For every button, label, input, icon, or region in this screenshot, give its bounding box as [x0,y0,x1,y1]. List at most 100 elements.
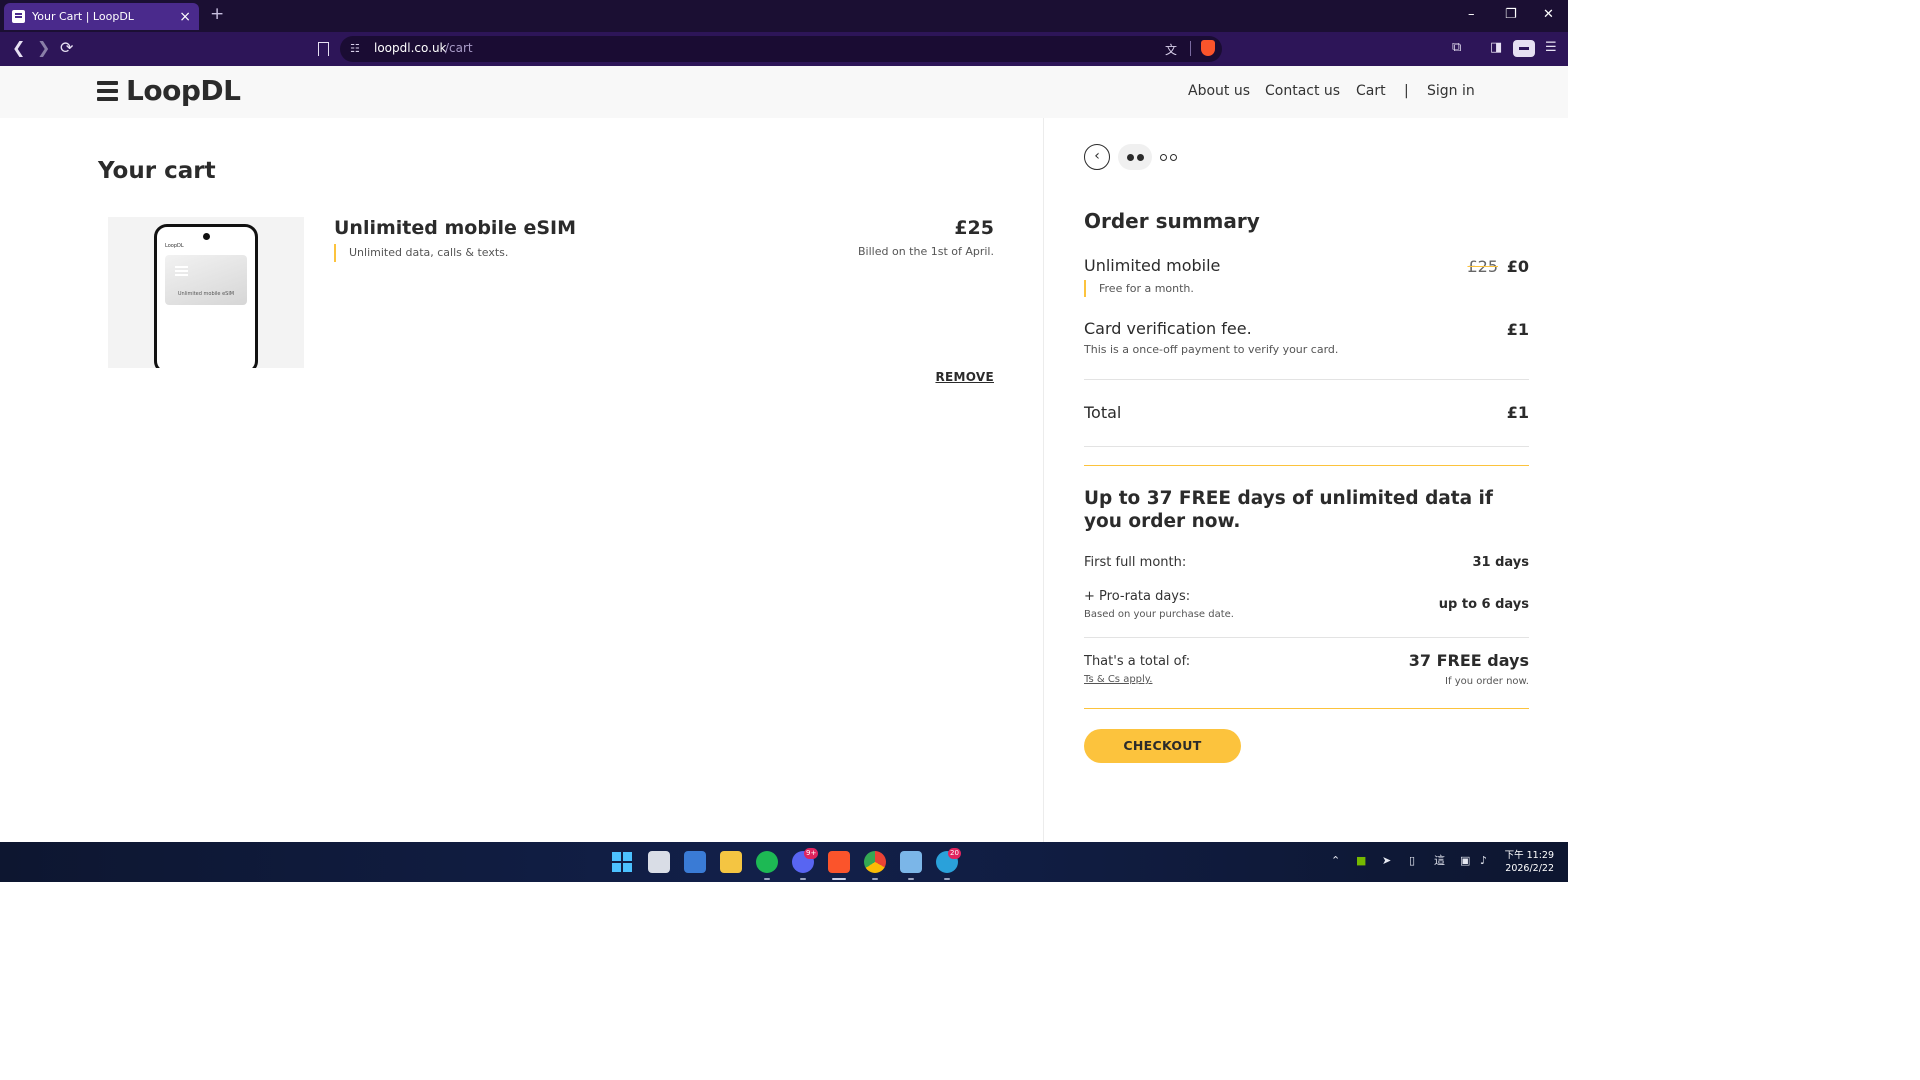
address-bar[interactable]: ☷ loopdl.co.uk /cart 文 [340,36,1222,62]
wallet-icon[interactable] [1513,40,1535,57]
tray-telegram-icon[interactable]: ➤ [1382,855,1391,866]
total-value: £1 [1506,403,1529,422]
url-host: loopdl.co.uk [374,41,447,55]
step-current [1118,144,1152,170]
phone-illustration: LoopDL Unlimited mobile eSIM [154,224,258,368]
checkout-button[interactable]: CHECKOUT [1084,729,1241,763]
prorata-note: Based on your purchase date. [1084,609,1234,620]
phone-camera [203,233,210,240]
close-tab-icon[interactable]: × [179,10,191,24]
product-description: Unlimited data, calls & texts. [334,244,508,262]
logo-text: LoopDL [126,74,241,107]
site-header: LoopDL About us Contact us Cart | Sign i… [0,66,1568,118]
remove-item-button[interactable]: REMOVE [935,370,994,384]
billing-note: Billed on the 1st of April. [858,245,994,258]
reload-icon[interactable]: ⟳ [60,40,73,56]
first-month-value: 31 days [1472,555,1529,570]
new-tab-button[interactable]: + [210,6,224,23]
divider [1084,637,1529,638]
terms-link[interactable]: Ts & Cs apply. [1084,674,1152,685]
telegram-badge: 20 [948,848,961,859]
restore-icon[interactable]: ❐ [1505,8,1517,21]
step-upcoming [1158,153,1178,161]
back-step-button[interactable]: ‹ [1084,144,1110,170]
promo-total-note: If you order now. [1445,676,1529,687]
tab-title: Your Cart | LoopDL [32,10,134,23]
total-label: Total [1084,403,1122,422]
network-icon[interactable]: ▣ [1460,855,1470,866]
divider [1084,446,1529,447]
back-arrow-icon[interactable]: ❮ [12,40,25,56]
promo-bottom-divider [1084,708,1529,709]
tray-overflow-icon[interactable]: ⌃ [1331,855,1340,866]
esim-logo-icon [175,266,188,268]
address-bar-divider [1190,41,1191,56]
task-view-icon[interactable] [648,851,670,873]
window-close-icon[interactable]: ✕ [1543,8,1554,21]
sidebar-toggle-icon[interactable]: ◨ [1490,41,1502,54]
clock-time: 下午 11:29 [1504,850,1554,861]
logo-menu-icon [97,80,118,101]
promo-total-label: That's a total of: [1084,654,1191,669]
minimize-icon[interactable]: – [1468,8,1475,21]
bookmark-icon[interactable] [318,42,329,56]
browser-toolbar: ❮ ❯ ⟳ ☷ loopdl.co.uk /cart 文 ⧉ ◨ ☰ [0,32,1568,66]
nav-sign-in[interactable]: Sign in [1427,83,1475,99]
volume-icon[interactable]: ♪ [1480,855,1487,866]
menu-icon[interactable]: ☰ [1545,41,1557,54]
checkout-step-indicator [1118,144,1178,170]
brave-browser-icon[interactable] [828,851,850,873]
page-favicon-icon [12,10,25,23]
input-method-icon[interactable]: 這 [1434,855,1445,866]
page-title: Your cart [98,158,216,184]
url-path: /cart [445,41,473,55]
usb-icon[interactable]: ▯ [1409,855,1415,866]
promo-top-divider [1084,465,1529,466]
phone-brand-label: LoopDL [165,243,184,249]
windows-start-icon[interactable] [612,852,632,872]
system-clock[interactable]: 下午 11:29 2026/2/22 [1505,849,1554,875]
browser-tab-bar: Your Cart | LoopDL × + – ❐ ✕ [0,0,1568,32]
nav-about-us[interactable]: About us [1188,83,1250,99]
line-label-unlimited: Unlimited mobile [1084,256,1221,275]
first-month-label: First full month: [1084,555,1187,570]
promo-title: Up to 37 FREE days of unlimited data if … [1084,488,1493,532]
chrome-icon[interactable] [864,851,886,873]
product-price: £25 [954,217,994,239]
discord-badge: 9+ [804,848,819,859]
os-taskbar: 9+ 20 ⌃ ■ ➤ ▯ 這 ▣ ♪ 下午 11:29 2026/2/22 [0,842,1568,882]
cart-panel: Your cart LoopDL Unlimited mobile eSIM U… [0,118,1044,842]
order-summary-title: Order summary [1084,209,1260,233]
original-price: £25 [1467,257,1498,276]
product-image: LoopDL Unlimited mobile eSIM [108,217,304,368]
forward-arrow-icon[interactable]: ❯ [37,40,50,56]
promo-total-value: 37 FREE days [1408,651,1529,670]
nav-cart[interactable]: Cart [1356,83,1386,99]
line-note-verification: This is a once-off payment to verify you… [1084,343,1339,356]
site-settings-icon[interactable]: ☷ [350,42,360,55]
line-price-unlimited: £0 [1506,257,1529,276]
line-note-unlimited: Free for a month. [1084,280,1194,297]
translate-icon[interactable]: 文 [1165,41,1177,58]
line-label-verification: Card verification fee. [1084,319,1252,338]
spotify-icon[interactable] [756,851,778,873]
file-explorer-icon[interactable] [720,851,742,873]
prorata-value: up to 6 days [1438,597,1529,612]
nvidia-icon[interactable]: ■ [1356,855,1366,866]
divider [1084,379,1529,380]
line-price-verification: £1 [1506,320,1529,339]
prorata-label: + Pro-rata days: [1084,589,1191,604]
esim-card-illustration: Unlimited mobile eSIM [165,255,247,305]
order-summary-panel: ‹ Order summary Unlimited mobile Free fo… [1045,118,1568,842]
photos-icon[interactable] [684,851,706,873]
brave-shields-icon[interactable] [1201,40,1215,56]
nav-contact-us[interactable]: Contact us [1265,83,1340,99]
extensions-icon[interactable]: ⧉ [1452,41,1461,54]
browser-tab-active[interactable]: Your Cart | LoopDL × [4,3,199,30]
esim-card-label: Unlimited mobile eSIM [177,291,235,297]
app-icon[interactable] [900,851,922,873]
clock-date: 2026/2/22 [1505,863,1554,874]
nav-separator: | [1404,83,1409,99]
product-name: Unlimited mobile eSIM [334,217,576,239]
site-logo[interactable]: LoopDL [97,74,241,107]
